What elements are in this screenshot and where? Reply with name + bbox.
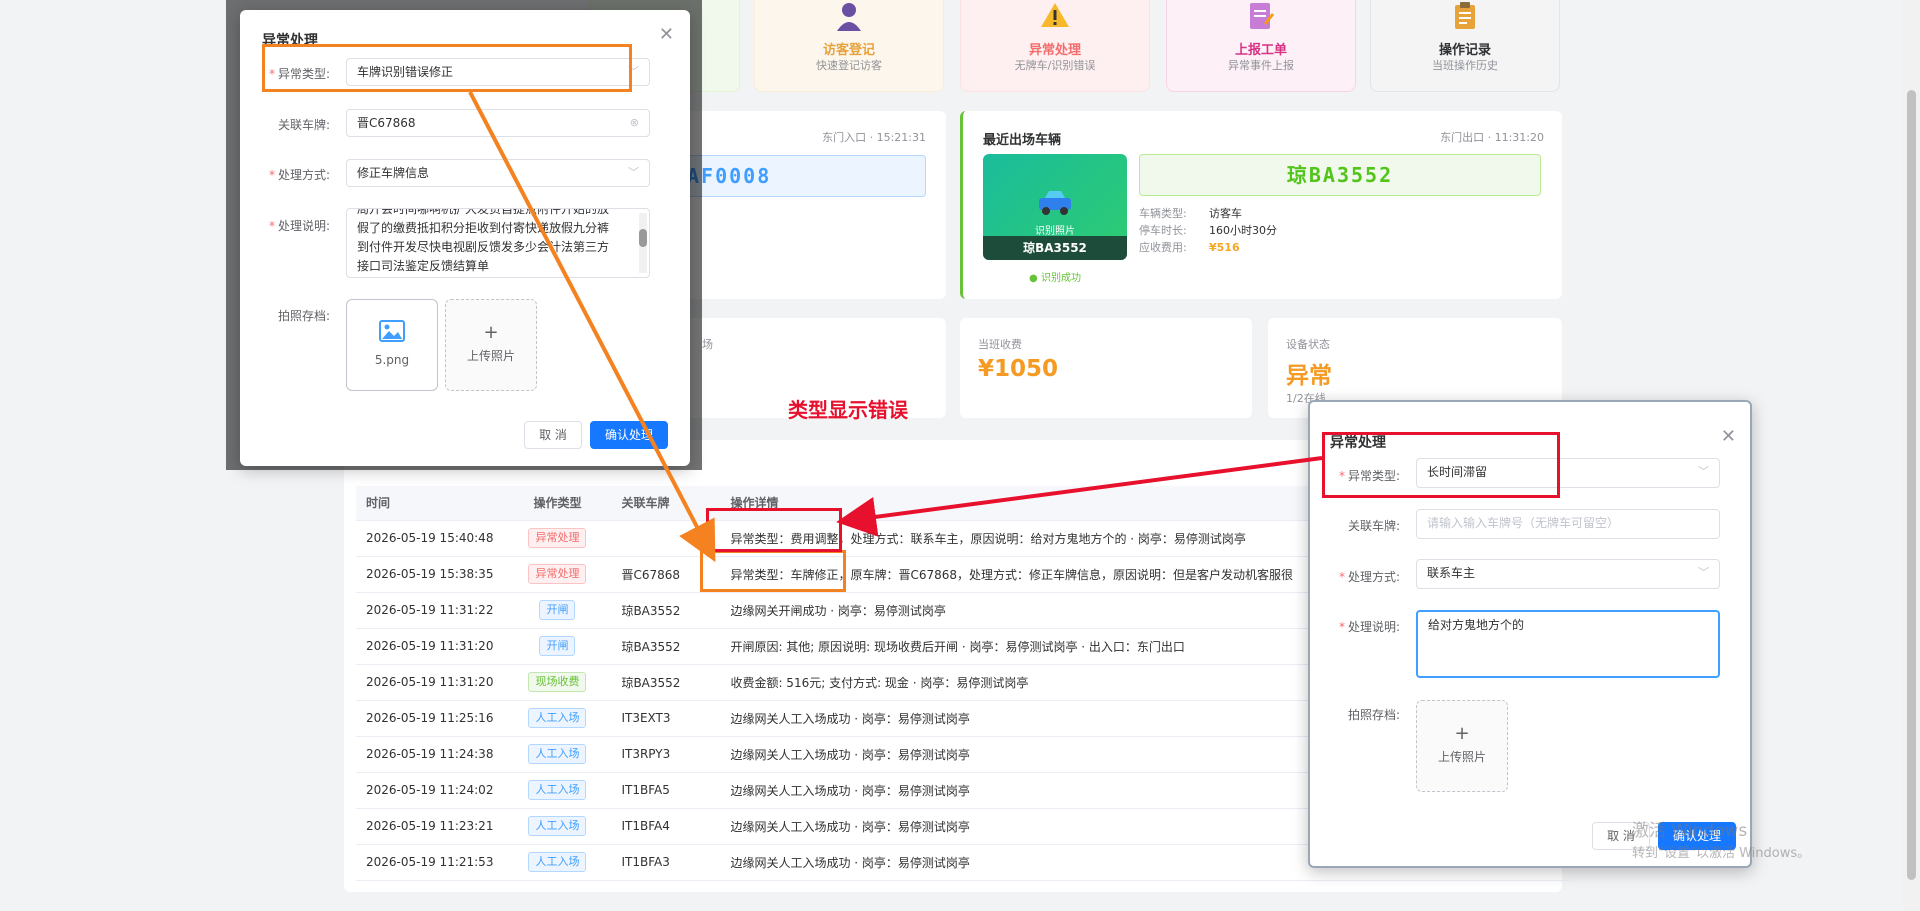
- scrollbar-thumb[interactable]: [1907, 90, 1916, 880]
- activation-watermark-title: 激活 Windows: [1632, 821, 1748, 841]
- annotation-arrows: [468, 91, 1323, 563]
- page-scrollbar[interactable]: [1903, 0, 1920, 911]
- arrow-red: [836, 456, 1323, 537]
- activation-watermark-sub: 转到"设置"以激活 Windows。: [1632, 846, 1811, 861]
- arrow-orange: [468, 91, 716, 563]
